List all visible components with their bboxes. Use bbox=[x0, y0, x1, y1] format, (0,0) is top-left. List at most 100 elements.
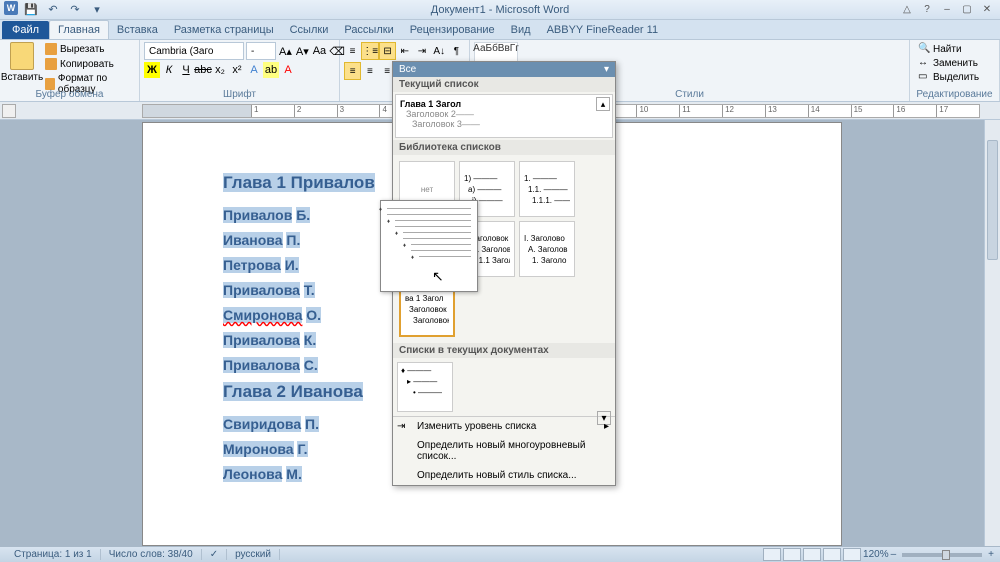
list-hover-preview bbox=[380, 200, 478, 292]
preview-line: Заголовок 3—— bbox=[412, 119, 608, 129]
view-print-layout-button[interactable] bbox=[763, 548, 781, 561]
lib-item[interactable]: 1. ———1.1. ———1.1.1. —— bbox=[519, 161, 575, 217]
status-language[interactable]: русский bbox=[227, 549, 280, 560]
docs-list-item[interactable]: ♦ ——— ▸ ——— • ——— bbox=[397, 362, 453, 412]
zoom-level[interactable]: 120% bbox=[863, 549, 889, 560]
ruler-tick: 13 bbox=[765, 105, 808, 117]
qat-undo-icon[interactable]: ↶ bbox=[44, 1, 62, 19]
font-color-button[interactable]: A bbox=[280, 62, 296, 78]
tab-insert[interactable]: Вставка bbox=[109, 21, 166, 39]
italic-button[interactable]: К bbox=[161, 62, 177, 78]
increase-indent-button[interactable]: ⇥ bbox=[413, 42, 430, 60]
editing-group-label: Редактирование bbox=[910, 89, 999, 100]
scrollbar-thumb[interactable] bbox=[987, 140, 998, 260]
change-case-button[interactable]: Aa bbox=[312, 43, 327, 59]
shrink-font-button[interactable]: A▾ bbox=[295, 43, 310, 59]
replace-button[interactable]: ↔Заменить bbox=[914, 56, 995, 70]
tab-review[interactable]: Рецензирование bbox=[402, 21, 503, 39]
ruler-tick: 15 bbox=[851, 105, 894, 117]
paste-label: Вставить bbox=[1, 72, 43, 83]
zoom-out-button[interactable]: – bbox=[891, 549, 897, 560]
file-tab[interactable]: Файл bbox=[2, 21, 49, 39]
align-left-button[interactable]: ≡ bbox=[344, 62, 361, 80]
zoom-in-button[interactable]: + bbox=[988, 549, 994, 560]
in-docs-header: Списки в текущих документах bbox=[393, 343, 615, 358]
grow-font-button[interactable]: A▴ bbox=[278, 43, 293, 59]
panel-all-label[interactable]: Все bbox=[399, 64, 416, 75]
font-group-label: Шрифт bbox=[140, 89, 339, 100]
vertical-scrollbar[interactable] bbox=[984, 120, 1000, 546]
lib-line: ва 1 Загол bbox=[405, 294, 449, 303]
numbering-button[interactable]: ⋮≡ bbox=[361, 42, 379, 60]
text-effects-button[interactable]: A bbox=[246, 62, 262, 78]
highlight-button[interactable]: ab bbox=[263, 62, 279, 78]
bullets-button[interactable]: ≡ bbox=[344, 42, 361, 60]
find-button[interactable]: 🔍Найти bbox=[914, 42, 995, 56]
subscript-button[interactable]: x₂ bbox=[212, 62, 228, 78]
panel-header: Все▾ bbox=[393, 62, 615, 77]
status-page[interactable]: Страница: 1 из 1 bbox=[6, 549, 101, 560]
ruler-tick: 11 bbox=[679, 105, 722, 117]
qat-redo-icon[interactable]: ↷ bbox=[66, 1, 84, 19]
minimize-ribbon-icon[interactable]: △ bbox=[898, 3, 916, 17]
chevron-right-icon: ▸ bbox=[604, 421, 609, 432]
tab-page-layout[interactable]: Разметка страницы bbox=[166, 21, 282, 39]
bold-button[interactable]: Ж bbox=[144, 62, 160, 78]
tab-references[interactable]: Ссылки bbox=[282, 21, 337, 39]
status-proofing-icon[interactable]: ✓ bbox=[202, 549, 227, 560]
help-icon[interactable]: ? bbox=[918, 3, 936, 17]
ruler-corner[interactable] bbox=[2, 104, 16, 118]
indent-icon: ⇥ bbox=[397, 421, 411, 435]
underline-button[interactable]: Ч bbox=[178, 62, 194, 78]
tab-mailings[interactable]: Рассылки bbox=[336, 21, 401, 39]
current-list-preview[interactable]: Глава 1 Загол Заголовок 2—— Заголовок 3—… bbox=[395, 94, 613, 138]
zoom-slider[interactable] bbox=[902, 553, 982, 557]
view-full-screen-button[interactable] bbox=[783, 548, 801, 561]
ruler-tick: 3 bbox=[337, 105, 380, 117]
tab-view[interactable]: Вид bbox=[503, 21, 539, 39]
superscript-button[interactable]: x² bbox=[229, 62, 245, 78]
multilevel-list-button[interactable]: ⊟ bbox=[379, 42, 396, 60]
show-marks-button[interactable]: ¶ bbox=[448, 42, 465, 60]
tab-home[interactable]: Главная bbox=[49, 20, 109, 39]
select-label: Выделить bbox=[933, 72, 979, 83]
preview-line: Глава 1 Загол bbox=[400, 99, 608, 109]
lib-item[interactable]: I. ЗаголовоA. Заголов1. Заголо bbox=[519, 221, 575, 277]
define-list-style-menu[interactable]: Определить новый стиль списка... bbox=[393, 466, 615, 485]
align-center-button[interactable]: ≡ bbox=[361, 62, 378, 80]
change-level-menu[interactable]: ⇥ Изменить уровень списка ▸ bbox=[393, 417, 615, 436]
titlebar: W 💾 ↶ ↷ ▾ Документ1 - Microsoft Word △ ?… bbox=[0, 0, 1000, 20]
font-name-select[interactable] bbox=[144, 42, 244, 60]
close-icon[interactable]: ✕ bbox=[978, 3, 996, 17]
cut-button[interactable]: Вырезать bbox=[42, 42, 135, 56]
decrease-indent-button[interactable]: ⇤ bbox=[396, 42, 413, 60]
lib-line: 1.1.1. —— bbox=[532, 196, 570, 205]
copy-icon bbox=[45, 58, 57, 70]
qat-save-icon[interactable]: 💾 bbox=[22, 1, 40, 19]
paste-button[interactable]: Вставить bbox=[4, 42, 40, 86]
minimize-icon[interactable]: – bbox=[938, 3, 956, 17]
view-draft-button[interactable] bbox=[843, 548, 861, 561]
preview-line: Заголовок 2—— bbox=[406, 109, 608, 119]
define-ml-list-menu[interactable]: Определить новый многоуровневый список..… bbox=[393, 436, 615, 466]
scissors-icon bbox=[45, 43, 57, 55]
zoom-slider-thumb[interactable] bbox=[942, 550, 950, 560]
strikethrough-button[interactable]: abc bbox=[195, 62, 211, 78]
window-title: Документ1 - Microsoft Word bbox=[431, 4, 569, 16]
sort-button[interactable]: A↓ bbox=[431, 42, 448, 60]
qat-customize-icon[interactable]: ▾ bbox=[88, 1, 106, 19]
font-size-select[interactable] bbox=[246, 42, 276, 60]
ruler-tick: 2 bbox=[294, 105, 337, 117]
docs-line: ▸ ——— bbox=[407, 377, 449, 386]
status-words[interactable]: Число слов: 38/40 bbox=[101, 549, 202, 560]
copy-button[interactable]: Копировать bbox=[42, 57, 135, 71]
select-button[interactable]: ▭Выделить bbox=[914, 70, 995, 84]
maximize-icon[interactable]: ▢ bbox=[958, 3, 976, 17]
scroll-up-icon[interactable]: ▴ bbox=[596, 97, 610, 111]
lib-line: I. Заголово bbox=[524, 234, 570, 243]
view-outline-button[interactable] bbox=[823, 548, 841, 561]
view-web-button[interactable] bbox=[803, 548, 821, 561]
clipboard-group-label: Буфер обмена bbox=[0, 89, 139, 100]
tab-finereader[interactable]: ABBYY FineReader 11 bbox=[539, 21, 667, 39]
lib-line: 1.1. ——— bbox=[528, 185, 570, 194]
